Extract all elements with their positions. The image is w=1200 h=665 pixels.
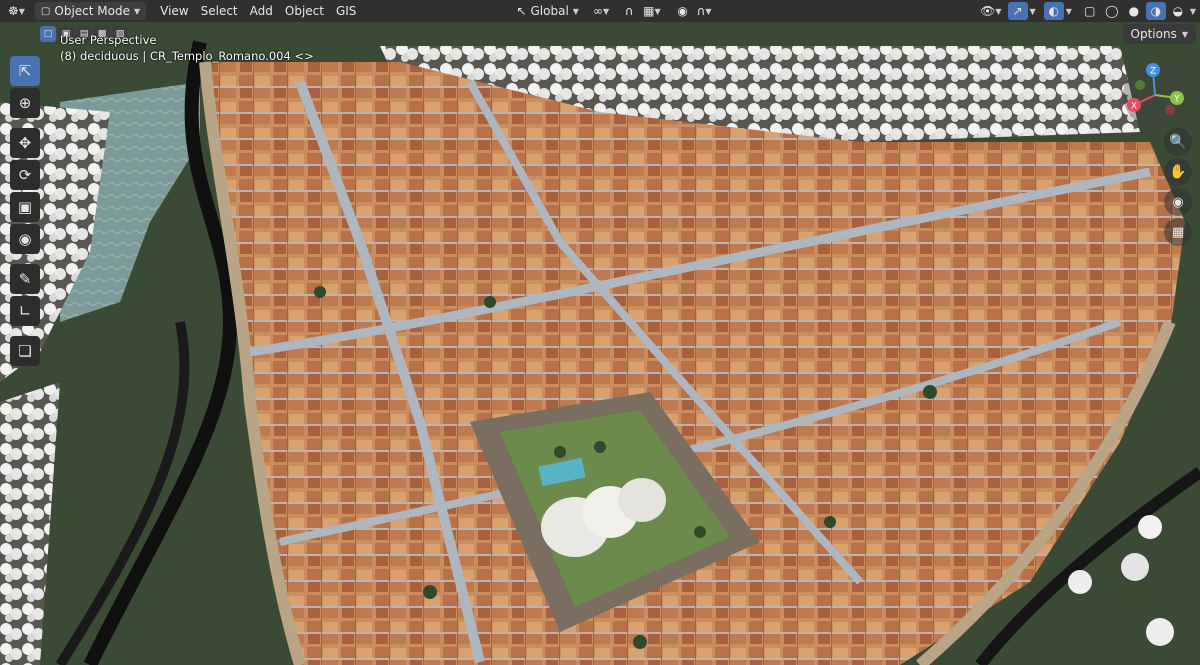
menu-select[interactable]: Select [195, 1, 244, 21]
gizmo-toggle[interactable]: ↗ [1007, 2, 1028, 20]
pan-button[interactable]: ✋ [1164, 158, 1192, 186]
hand-icon: ✋ [1169, 164, 1187, 180]
chevron-down-icon: ▼ [572, 6, 579, 16]
mode-dropdown[interactable]: ▢ Object Mode ▼ [34, 2, 147, 20]
eye-icon: 👁 [980, 4, 996, 18]
shading-rendered[interactable]: ◒ [1168, 2, 1188, 20]
move-arrows-icon: ✥ [18, 134, 32, 152]
magnet-icon: ∩ [624, 4, 634, 18]
zoom-button[interactable]: 🔍 [1164, 128, 1192, 156]
scale-icon: ▣ [17, 198, 33, 216]
menu-gis[interactable]: GIS [330, 1, 362, 21]
options-dropdown[interactable]: Options ▼ [1122, 24, 1196, 44]
3d-viewport[interactable] [0, 22, 1200, 665]
rendered-sphere-icon: ◒ [1172, 4, 1184, 18]
grid-perspective-icon: ▦ [1171, 224, 1185, 240]
crosshair-icon: ⊕ [18, 94, 32, 112]
proportional-edit-toggle[interactable]: ◉ [673, 2, 693, 20]
scene-render [0, 22, 1200, 665]
axis-z-label: Z [1150, 67, 1156, 77]
axis-gizmo-graphic: X Y Z [1123, 63, 1187, 127]
chevron-down-icon[interactable]: ▼ [1190, 7, 1196, 16]
grid-snap-icon: ▦ [643, 4, 655, 18]
snap-toggle[interactable]: ∩ [619, 2, 639, 20]
left-toolbar: ⇱ ⊕ ✥ ⟳ ▣ ◉ ✎ ∟ ❏ [8, 54, 42, 368]
chevron-down-icon: ▼ [705, 6, 712, 16]
transform-icon: ◉ [18, 230, 32, 248]
overlays-icon: ◐ [1048, 4, 1059, 18]
orientation-icon: ↖ [516, 4, 527, 18]
proportional-edit-icon: ◉ [677, 4, 688, 18]
chevron-down-icon: ▼ [602, 6, 610, 16]
navigation-gizmo[interactable]: X Y Z [1120, 60, 1190, 130]
xray-icon: ▢ [1084, 4, 1096, 18]
perspective-toggle-button[interactable]: ▦ [1164, 218, 1192, 246]
move-tool[interactable]: ✥ [10, 128, 40, 158]
solid-sphere-icon: ● [1128, 4, 1140, 18]
visibility-dropdown[interactable]: 👁 ▼ [976, 1, 1005, 21]
xray-toggle[interactable]: ▢ [1080, 2, 1100, 20]
header-menus: View Select Add Object GIS [154, 1, 362, 21]
falloff-dropdown[interactable]: ∩ ▼ [693, 1, 716, 21]
chevron-down-icon: ▼ [133, 6, 141, 16]
transform-orientation-dropdown[interactable]: ↖ Global ▼ [512, 1, 583, 21]
scale-tool[interactable]: ▣ [10, 192, 40, 222]
active-object-label: (8) deciduous | CR_Templo_Romano.004 <> [60, 49, 314, 63]
shading-material[interactable]: ◑ [1145, 2, 1166, 20]
shading-solid[interactable]: ● [1124, 2, 1144, 20]
camera-icon: ◉ [1172, 194, 1184, 210]
object-mode-icon: ▢ [40, 5, 51, 17]
chevron-down-icon: ▼ [995, 6, 1002, 16]
pivot-link-icon: ∞ [592, 4, 603, 18]
pencil-icon: ✎ [18, 270, 32, 288]
select-cursor-icon: ⇱ [18, 62, 32, 80]
orientation-label: Global [530, 4, 569, 18]
select-new-button[interactable]: □ [40, 26, 56, 42]
add-cube-icon: ❏ [18, 342, 32, 360]
select-new-icon: □ [43, 29, 53, 39]
viewport-header: ☸ ▼ ▢ Object Mode ▼ View Select Add Obje… [0, 0, 1200, 22]
wireframe-sphere-icon: ◯ [1105, 4, 1119, 18]
viewport-info: User Perspective (8) deciduous | CR_Temp… [60, 32, 314, 64]
pivot-point-dropdown[interactable]: ∞ ▼ [589, 1, 613, 21]
rotate-tool[interactable]: ⟳ [10, 160, 40, 190]
cursor-tool[interactable]: ⊕ [10, 88, 40, 118]
rotate-icon: ⟳ [18, 166, 32, 184]
select-box-tool[interactable]: ⇱ [10, 56, 40, 86]
mode-label: Object Mode [54, 4, 130, 18]
perspective-label: User Perspective [60, 33, 157, 47]
menu-view[interactable]: View [154, 1, 194, 21]
overlays-toggle[interactable]: ◐ [1043, 2, 1064, 20]
shading-wireframe[interactable]: ◯ [1102, 2, 1122, 20]
annotate-tool[interactable]: ✎ [10, 264, 40, 294]
options-label: Options [1130, 27, 1177, 41]
3d-viewport-icon: ☸ [8, 4, 19, 18]
camera-view-button[interactable]: ◉ [1164, 188, 1192, 216]
chevron-down-icon[interactable]: ▼ [1030, 7, 1036, 16]
measure-tool[interactable]: ∟ [10, 296, 40, 326]
falloff-curve-icon: ∩ [696, 4, 706, 18]
editor-type-dropdown[interactable]: ☸ ▼ [4, 1, 29, 21]
material-sphere-icon: ◑ [1150, 4, 1162, 18]
axis-x-label: X [1131, 102, 1137, 112]
chevron-down-icon: ▼ [654, 6, 661, 16]
menu-object[interactable]: Object [279, 1, 330, 21]
gizmo-icon: ↗ [1012, 4, 1023, 18]
chevron-down-icon[interactable]: ▼ [1066, 7, 1072, 16]
chevron-down-icon: ▼ [1181, 29, 1188, 39]
transform-tool[interactable]: ◉ [10, 224, 40, 254]
axis-y-label: Y [1173, 95, 1180, 105]
ruler-icon: ∟ [18, 302, 32, 320]
add-cube-tool[interactable]: ❏ [10, 336, 40, 366]
snap-target-dropdown[interactable]: ▦ ▼ [639, 1, 665, 21]
menu-add[interactable]: Add [244, 1, 279, 21]
header-right-tools: 👁 ▼ ↗ ▼ ◐ ▼ ▢ ◯ ● ◑ ◒ ▼ [976, 1, 1196, 21]
chevron-down-icon: ▼ [18, 6, 25, 16]
zoom-icon: 🔍 [1169, 134, 1187, 150]
